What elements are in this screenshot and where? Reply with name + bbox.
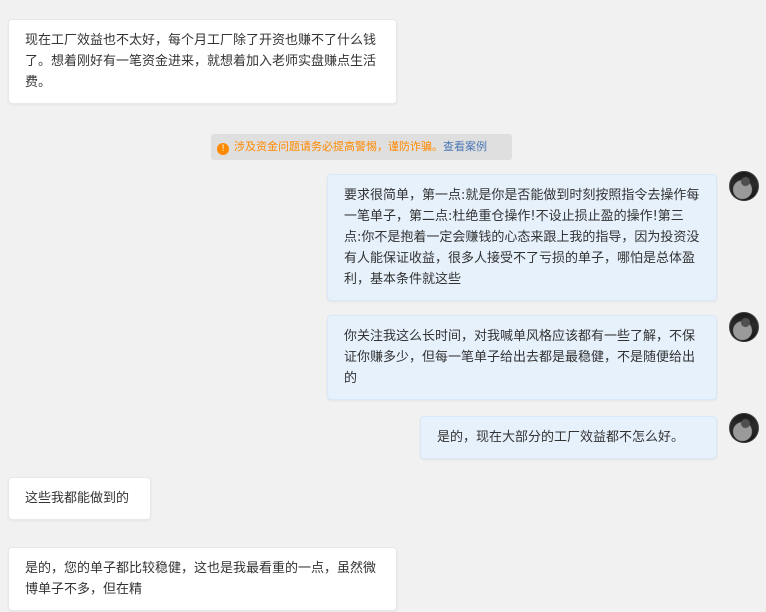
message-bubble: 你关注我这么长时间，对我喊单风格应该都有一些了解，不保证你赚多少，但每一笔单子给… — [327, 315, 717, 400]
message-bubble: 是的，您的单子都比较稳健，这也是我最看重的一点，虽然微博单子不多，但在精 — [8, 547, 397, 611]
warning-icon: ! — [217, 143, 229, 155]
user-avatar[interactable] — [729, 312, 759, 342]
chat-window: 现在工厂效益也不太好，每个月工厂除了开资也赚不了什么钱了。想着刚好有一笔资金进来… — [0, 0, 766, 612]
message-bubble: 是的，现在大部分的工厂效益都不怎么好。 — [420, 416, 717, 459]
message-bubble: 现在工厂效益也不太好，每个月工厂除了开资也赚不了什么钱了。想着刚好有一笔资金进来… — [8, 19, 397, 104]
view-cases-link[interactable]: 查看案例 — [443, 140, 487, 153]
user-avatar[interactable] — [729, 413, 759, 443]
message-bubble: 这些我都能做到的 — [8, 477, 151, 520]
warning-text: 涉及资金问题请务必提高警惕，谨防诈骗。 — [234, 140, 443, 153]
fraud-warning-notice: ! 涉及资金问题请务必提高警惕，谨防诈骗。查看案例 — [211, 134, 512, 160]
message-bubble: 要求很简单，第一点:就是你是否能做到时刻按照指令去操作每一笔单子，第二点:杜绝重… — [327, 174, 717, 301]
user-avatar[interactable] — [729, 171, 759, 201]
